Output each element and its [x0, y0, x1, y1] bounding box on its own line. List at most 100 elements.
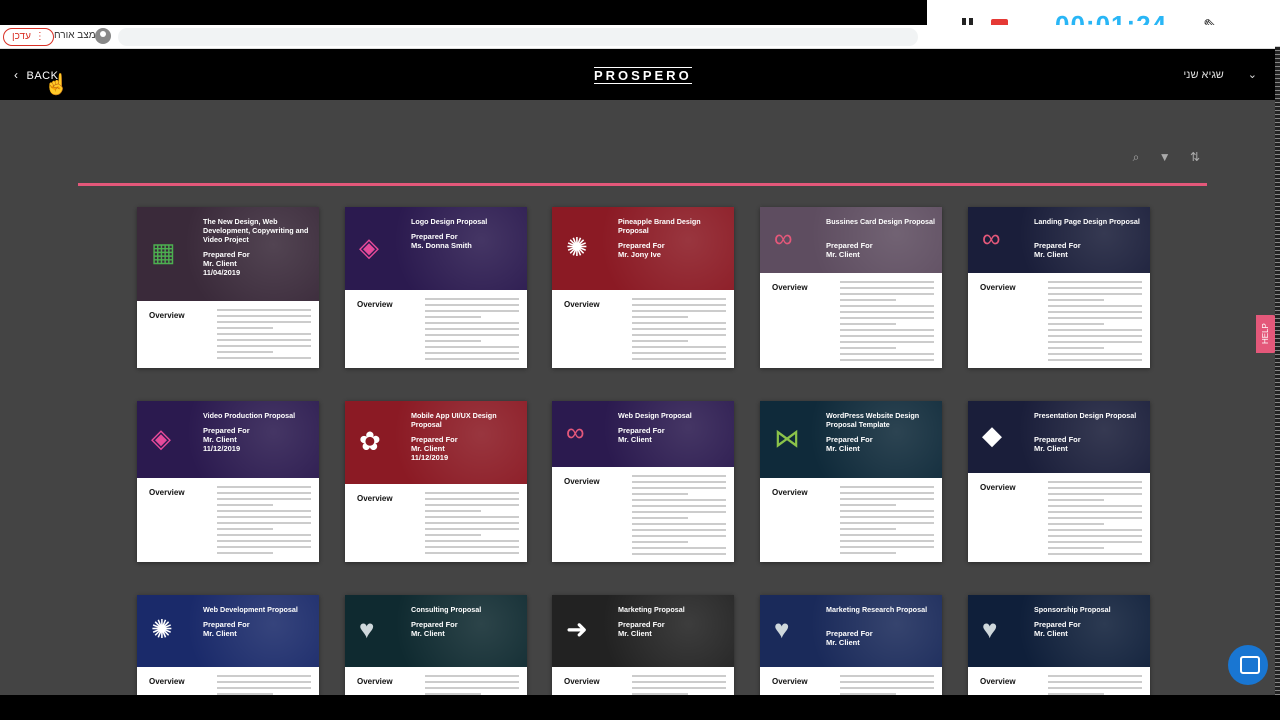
- sort-icon[interactable]: ⇅: [1190, 150, 1200, 164]
- prepared-for-label: Prepared For: [826, 629, 873, 638]
- body-text-placeholder: [425, 294, 519, 364]
- prepared-for-label: Prepared For: [411, 232, 458, 241]
- card-title: Marketing Proposal: [618, 605, 685, 614]
- proposal-template-card[interactable]: ♥ Sponsorship Proposal Prepared For Mr. Cli…: [968, 595, 1150, 695]
- proposal-template-card[interactable]: ∞ Web Design Proposal Prepared For Mr. Clie…: [552, 401, 734, 562]
- proposal-template-card[interactable]: ✺ Web Development Proposal Prepared For Mr.…: [137, 595, 319, 695]
- app-header: ‹ BACK PROSPERO שגיא שני ⌄: [0, 50, 1275, 100]
- bottom-bar: [0, 695, 1280, 720]
- overview-heading: Overview: [772, 488, 808, 497]
- chat-icon[interactable]: [1228, 645, 1268, 685]
- card-title: WordPress Website Design Proposal Templa…: [826, 411, 920, 429]
- card-cover: ◈ Logo Design Proposal Prepared For Ms. Don…: [345, 207, 527, 290]
- proposal-template-card[interactable]: ✺ Pineapple Brand Design Proposal Prepared…: [552, 207, 734, 368]
- chevron-left-icon: ‹: [14, 68, 19, 82]
- card-title: Landing Page Design Proposal: [1034, 217, 1140, 226]
- guest-avatar-icon[interactable]: [95, 28, 111, 44]
- search-icon[interactable]: ⌕: [1133, 150, 1140, 164]
- overview-heading: Overview: [772, 677, 808, 686]
- overview-heading: Overview: [772, 283, 808, 292]
- card-title: Video Production Proposal: [203, 411, 296, 420]
- proposal-template-card[interactable]: ◆ Presentation Design Proposal Prepared Fo…: [968, 401, 1150, 562]
- proposal-template-card[interactable]: ▦ The New Design, Web Development, Copywr…: [137, 207, 319, 368]
- proposal-template-card[interactable]: ♥ Marketing Research Proposal Prepared For…: [760, 595, 942, 695]
- template-logo-icon: ◆: [982, 420, 1002, 450]
- template-logo-icon: ✺: [566, 231, 588, 262]
- user-name: שגיא שני: [1183, 69, 1224, 81]
- proposal-template-card[interactable]: ⋈ WordPress Website Design Proposal Templ…: [760, 401, 942, 562]
- card-preview-body: Overview: [968, 273, 1150, 368]
- user-menu[interactable]: שגיא שני ⌄: [1183, 68, 1257, 81]
- client-name: Mr. Client: [618, 435, 652, 444]
- card-preview-body: Overview: [345, 290, 527, 368]
- body-text-placeholder: [217, 305, 311, 363]
- filter-icon[interactable]: ▼: [1159, 150, 1171, 164]
- template-logo-icon: ▦: [151, 237, 176, 267]
- template-logo-icon: ∞: [774, 223, 793, 253]
- template-logo-icon: ♥: [982, 614, 998, 644]
- card-preview-body: Overview: [760, 273, 942, 368]
- template-logo-icon: ➜: [566, 614, 588, 644]
- card-preview-body: Overview: [968, 667, 1150, 695]
- card-cover: ⋈ WordPress Website Design Proposal Templ…: [760, 401, 942, 478]
- help-tab[interactable]: HELP: [1256, 315, 1275, 353]
- guest-mode-label[interactable]: מצב אורח: [54, 30, 96, 41]
- card-cover: ♥ Marketing Research Proposal Prepared For…: [760, 595, 942, 667]
- update-label: עדכן: [12, 31, 31, 42]
- card-cover: ∞ Landing Page Design Proposal Prepared Fo…: [968, 207, 1150, 273]
- proposal-date: 11/12/2019: [203, 444, 241, 453]
- body-text-placeholder: [840, 277, 934, 365]
- card-preview-body: Overview: [137, 301, 319, 368]
- proposal-template-card[interactable]: ✿ Mobile App UI/UX Design Proposal Prepare…: [345, 401, 527, 562]
- card-preview-body: Overview: [760, 478, 942, 562]
- address-bar[interactable]: [118, 28, 918, 46]
- template-gallery: ⌕ ▼ ⇅ ▦ The New Design, Web Development, …: [0, 100, 1275, 695]
- client-name: Mr. Client: [826, 250, 860, 259]
- proposal-template-card[interactable]: ➜ Marketing Proposal Prepared For Mr. Clien…: [552, 595, 734, 695]
- card-preview-body: Overview: [345, 667, 527, 695]
- client-name: Mr. Client: [1034, 629, 1068, 638]
- proposal-template-card[interactable]: ◈ Video Production Proposal Prepared For Mr…: [137, 401, 319, 562]
- card-cover: ♥ Sponsorship Proposal Prepared For Mr. Cli…: [968, 595, 1150, 667]
- body-text-placeholder: [217, 671, 311, 695]
- card-cover: ✺ Pineapple Brand Design Proposal Prepared…: [552, 207, 734, 290]
- overview-heading: Overview: [564, 477, 600, 486]
- prepared-for-label: Prepared For: [618, 426, 665, 435]
- update-button[interactable]: עדכן ⋮: [3, 28, 54, 46]
- card-preview-body: Overview: [552, 467, 734, 562]
- card-preview-body: Overview: [552, 290, 734, 368]
- prepared-for-label: Prepared For: [826, 435, 873, 444]
- prepared-for-label: Prepared For: [203, 620, 250, 629]
- proposal-template-card[interactable]: ◈ Logo Design Proposal Prepared For Ms. Don…: [345, 207, 527, 368]
- proposal-template-card[interactable]: ∞ Bussines Card Design Proposal Prepared F…: [760, 207, 942, 368]
- body-text-placeholder: [840, 671, 934, 695]
- card-cover: ∞ Web Design Proposal Prepared For Mr. Clie…: [552, 401, 734, 467]
- card-title: Sponsorship Proposal: [1034, 605, 1111, 614]
- body-text-placeholder: [632, 294, 726, 364]
- body-text-placeholder: [1048, 277, 1142, 365]
- prepared-for-label: Prepared For: [203, 426, 250, 435]
- prepared-for-label: Prepared For: [203, 250, 250, 259]
- proposal-template-card[interactable]: ∞ Landing Page Design Proposal Prepared Fo…: [968, 207, 1150, 368]
- card-cover: ✿ Mobile App UI/UX Design Proposal Prepare…: [345, 401, 527, 484]
- proposal-template-card[interactable]: ♥ Consulting Proposal Prepared For Mr. Clie…: [345, 595, 527, 695]
- template-logo-icon: ⋈: [774, 422, 800, 453]
- template-logo-icon: ◈: [359, 231, 379, 262]
- card-cover: ∞ Bussines Card Design Proposal Prepared F…: [760, 207, 942, 273]
- client-name: Ms. Donna Smith: [411, 241, 472, 250]
- client-name: Mr. Client: [826, 444, 860, 453]
- card-title: Consulting Proposal: [411, 605, 482, 614]
- card-preview-body: Overview: [345, 484, 527, 562]
- more-icon: ⋮: [34, 31, 45, 42]
- chevron-down-icon: ⌄: [1247, 69, 1257, 81]
- card-preview-body: Overview: [552, 667, 734, 695]
- body-text-placeholder: [632, 471, 726, 559]
- overview-heading: Overview: [149, 488, 185, 497]
- overview-heading: Overview: [149, 311, 185, 320]
- template-logo-icon: ◈: [151, 422, 171, 453]
- client-name: Mr. Client: [1034, 250, 1068, 259]
- card-title: Presentation Design Proposal: [1034, 411, 1137, 420]
- client-name: Mr. Jony Ive: [618, 250, 661, 259]
- prospero-logo[interactable]: PROSPERO: [594, 67, 692, 84]
- body-text-placeholder: [632, 671, 726, 695]
